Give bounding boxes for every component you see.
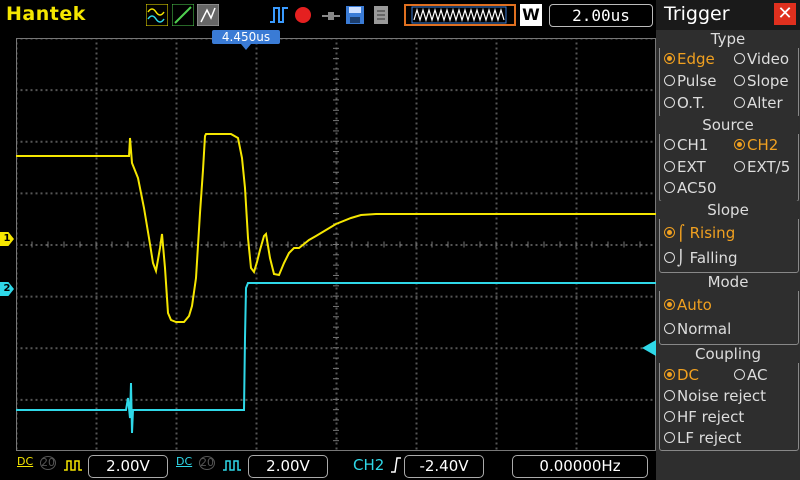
ch2-volts-div[interactable]: 2.00V [248, 455, 328, 478]
panel-header: Trigger ✕ [656, 0, 800, 30]
ch2-bandwidth: 20 [199, 456, 215, 470]
option-slope[interactable]: Slope [734, 72, 789, 90]
trigger-source-label: CH2 [353, 456, 385, 474]
save-icon[interactable] [345, 4, 365, 26]
option-pulse[interactable]: Pulse [664, 72, 717, 90]
grid [16, 38, 656, 451]
ch1-volts-div[interactable]: 2.00V [88, 455, 168, 478]
slope-title: Slope [656, 201, 800, 219]
waveform-screen[interactable] [16, 38, 656, 451]
option-falling[interactable]: ⌡ Falling [664, 249, 738, 267]
option-ac[interactable]: AC [734, 366, 767, 384]
timebase-readout[interactable]: 2.00us [549, 4, 653, 27]
rising-edge-icon: ⌠ [677, 224, 685, 242]
option-lf-reject[interactable]: LF reject [664, 429, 741, 447]
panel-title: Trigger [664, 3, 730, 25]
ch2-probe-icon [222, 457, 242, 476]
ch1-probe-icon [63, 457, 83, 476]
rising-edge-icon [390, 456, 402, 478]
option-alter[interactable]: Alter [734, 94, 783, 112]
mode-letter: W [520, 4, 542, 26]
option-ch1[interactable]: CH1 [664, 136, 708, 154]
plug-icon[interactable] [320, 4, 342, 26]
trigger-panel: Trigger ✕ Type Edge Video Pulse Slope O.… [656, 0, 800, 480]
option-edge[interactable]: Edge [664, 50, 715, 68]
line-icon[interactable] [171, 3, 195, 27]
brand-logo: Hantek [6, 3, 86, 25]
trigger-position-marker [241, 44, 251, 50]
trigger-level[interactable]: -2.40V [404, 455, 484, 478]
option-normal[interactable]: Normal [664, 320, 731, 338]
trigger-level-arrow[interactable] [642, 340, 656, 356]
trigger-position-label: 4.450us [212, 30, 280, 44]
option-hf-reject[interactable]: HF reject [664, 408, 744, 426]
wave-icon[interactable] [145, 3, 169, 27]
ch1-bandwidth: 20 [40, 456, 56, 470]
option-dc[interactable]: DC [664, 366, 699, 384]
coupling-title: Coupling [656, 345, 800, 363]
frequency-readout: 0.00000Hz [512, 455, 648, 478]
option-ext[interactable]: EXT [664, 158, 706, 176]
top-toolbar: Hantek W 2.00us [0, 0, 656, 30]
ch1-marker-label: 1 [0, 232, 14, 246]
pulse-icon[interactable] [268, 4, 290, 26]
close-button[interactable]: ✕ [774, 3, 796, 25]
status-bar: DC 20 2.00V DC 20 2.00V CH2 -2.40V 0.000… [0, 451, 656, 480]
type-title: Type [656, 30, 800, 48]
source-title: Source [656, 116, 800, 134]
document-icon[interactable] [372, 4, 390, 26]
option-ac50[interactable]: AC50 [664, 179, 717, 197]
option-noise-reject[interactable]: Noise reject [664, 387, 766, 405]
option-video[interactable]: Video [734, 50, 789, 68]
record-icon[interactable] [294, 4, 312, 26]
falling-edge-icon: ⌡ [677, 249, 685, 267]
display-icon[interactable] [196, 3, 220, 27]
option-ot[interactable]: O.T. [664, 94, 705, 112]
option-ch2[interactable]: CH2 [734, 136, 778, 154]
mode-title: Mode [656, 273, 800, 291]
option-auto[interactable]: Auto [664, 296, 712, 314]
ch2-marker-label: 2 [0, 282, 14, 296]
option-ext5[interactable]: EXT/5 [734, 158, 790, 176]
option-rising[interactable]: ⌠ Rising [664, 224, 735, 242]
ch1-coupling: DC [17, 455, 34, 468]
ch2-coupling: DC [176, 455, 193, 468]
memory-depth-indicator [404, 4, 516, 26]
